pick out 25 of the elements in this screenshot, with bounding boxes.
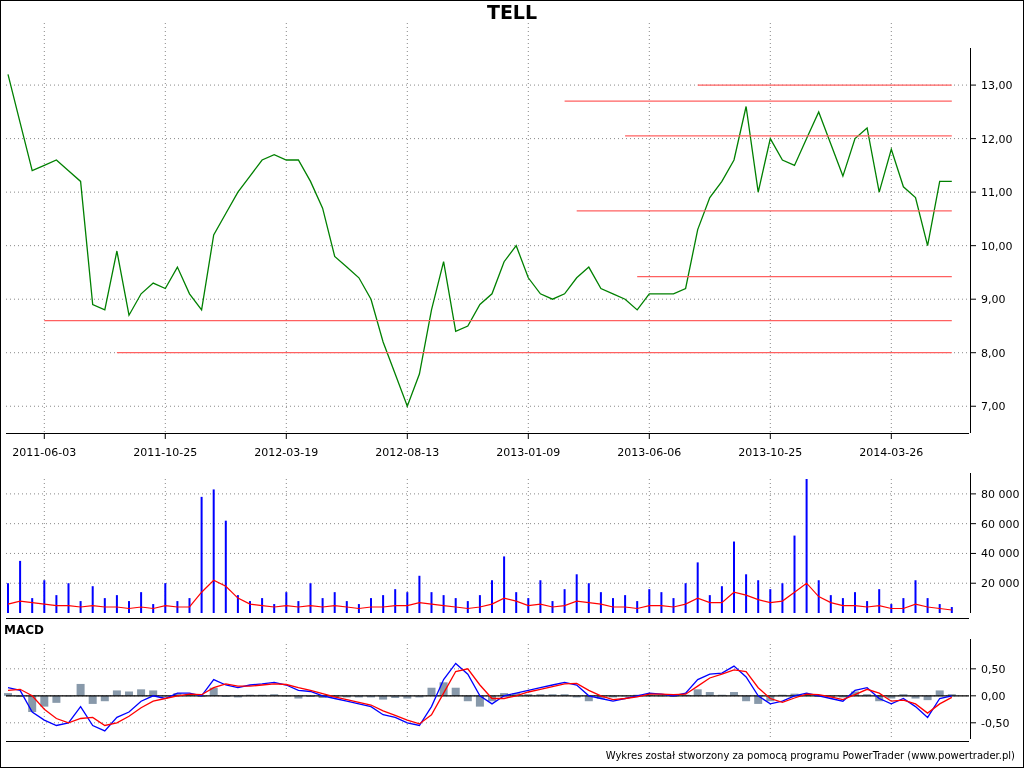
axis-label: 40 000 (981, 547, 1020, 561)
axis-label: 2012-08-13 (375, 446, 440, 459)
axis-label: 0,00 (981, 689, 1006, 703)
axis-label: 20 000 (981, 577, 1020, 591)
axis-label: 2011-10-25 (133, 446, 198, 459)
axis-label: 8,00 (981, 346, 1006, 360)
axis-label: 10,00 (981, 239, 1013, 253)
axis-label: 2013-10-25 (738, 446, 803, 459)
axis-label: 0,50 (981, 662, 1006, 676)
axis-label: -0,50 (981, 716, 1010, 730)
axis-label: 9,00 (981, 293, 1006, 307)
axis-label: 80 000 (981, 487, 1020, 501)
axis-label: 2013-01-09 (496, 446, 561, 459)
axis-label: 7,00 (981, 400, 1006, 414)
axis-label: 2014-03-26 (859, 446, 924, 459)
axis-label: 2013-06-06 (617, 446, 682, 459)
axis-label: 60 000 (981, 517, 1020, 531)
axis-label: 11,00 (981, 186, 1013, 200)
axis-label: 2011-06-03 (12, 446, 77, 459)
axis-label: 13,00 (981, 79, 1013, 93)
credit-text: Wykres został stworzony za pomocą programu PowerTrader (www.powertrader.pl) (605, 749, 1015, 761)
axis-label: 12,00 (981, 132, 1013, 146)
panel-title: MACD (3, 622, 44, 639)
axis-label: 2012-03-19 (254, 446, 319, 459)
chart-title: TELL (486, 1, 538, 23)
